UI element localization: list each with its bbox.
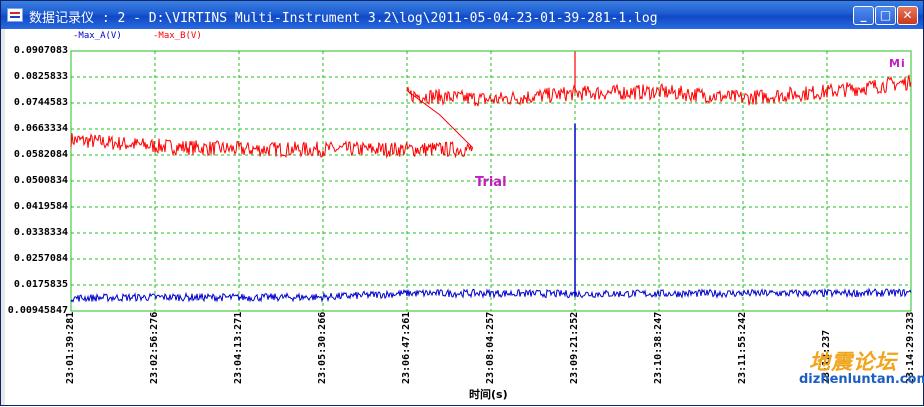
minimize-button[interactable]: _ — [853, 6, 874, 25]
x-tick-label: 23:01:39:281 — [65, 311, 76, 384]
app-icon — [7, 8, 23, 22]
close-button[interactable]: ✕ — [897, 6, 918, 25]
window-left-edge — [1, 29, 5, 405]
watermark-url: dizhenluntan.com — [799, 372, 924, 387]
series-max-b-line — [70, 74, 912, 159]
y-tick-label: 0.0257084 — [13, 253, 68, 264]
window-title: 数据记录仪 : 2 - D:\VIRTINS Multi-Instrument … — [29, 11, 658, 26]
x-tick-label: 23:08:04:257 — [485, 311, 496, 384]
title-bar[interactable]: 数据记录仪 : 2 - D:\VIRTINS Multi-Instrument … — [1, 1, 923, 29]
legend-max-a: -Max_A(V) — [73, 31, 122, 41]
x-tick-label: 23:04:13:271 — [233, 311, 244, 384]
y-tick-label: 0.0744583 — [13, 97, 68, 108]
mi-annotation: Mi — [889, 57, 906, 70]
y-tick-label: 0.0338334 — [13, 227, 68, 238]
y-tick-label: 0.0663334 — [13, 122, 68, 134]
x-tick-label: 23:10:38:247 — [653, 311, 664, 384]
y-tick-label: 0.0175835 — [13, 278, 68, 290]
y-tick-label: 0.0907083 — [13, 45, 68, 56]
legend-max-b: -Max_B(V) — [153, 31, 202, 41]
x-tick-label: 23:05:30:266 — [317, 311, 328, 384]
trial-annotation: Trial — [475, 175, 507, 190]
x-tick-label: 23:09:21:252 — [569, 311, 580, 384]
x-axis-title: 时间(s) — [469, 388, 508, 401]
y-tick-label: 0.0500834 — [13, 174, 68, 186]
series-max-a-line — [70, 287, 912, 303]
y-tick-label: 0.00945847 — [7, 305, 68, 316]
maximize-button[interactable]: □ — [875, 6, 896, 25]
y-tick-label: 0.0419584 — [13, 201, 68, 212]
data-logger-window: 数据记录仪 : 2 - D:\VIRTINS Multi-Instrument … — [0, 0, 924, 406]
x-tick-label: 23:11:55:242 — [737, 311, 748, 384]
x-tick-label: 23:06:47:261 — [401, 311, 412, 384]
y-tick-label: 0.0582084 — [13, 148, 68, 160]
x-tick-label: 23:02:56:276 — [149, 311, 160, 384]
y-tick-label: 0.0825833 — [13, 71, 68, 82]
chart-plot — [70, 50, 912, 312]
